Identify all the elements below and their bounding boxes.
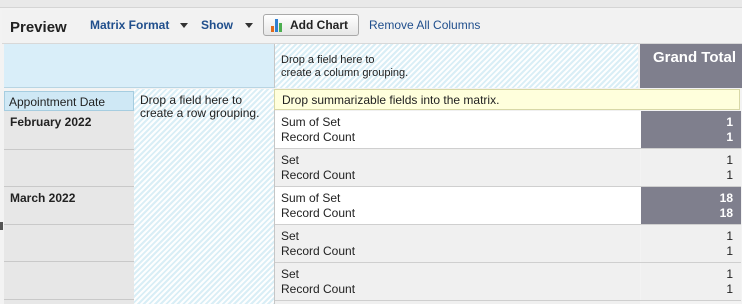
row-grouping-drop-zone[interactable]: Drop a field here to create a row groupi… xyxy=(134,89,274,304)
row-label: Record Count xyxy=(281,206,356,220)
matrix-grid: Drop a field here to create a column gro… xyxy=(4,44,742,304)
column-drop-text: Drop a field here to create a column gro… xyxy=(281,54,408,80)
grand-total-cell: 1 1 xyxy=(641,225,741,263)
grand-total-value: 1 xyxy=(726,115,733,129)
row-label: Set xyxy=(281,267,300,281)
row-label: Record Count xyxy=(281,130,356,144)
column-drop-line-2: create a column grouping. xyxy=(281,67,409,79)
preview-toolbar: Preview Matrix Format Show Add Chart Rem… xyxy=(2,10,742,44)
column-drop-line-1: Drop a field here to xyxy=(281,54,375,66)
matrix-format-dropdown[interactable]: Matrix Format xyxy=(90,18,169,32)
table-row: Sum of Set Record Count 18 18 xyxy=(275,187,741,225)
grand-total-cell: 1 1 xyxy=(641,263,741,301)
grand-total-value: 1 xyxy=(726,282,733,296)
grand-total-value: 18 xyxy=(719,191,733,205)
row-label: Sum of Set xyxy=(281,191,341,205)
grand-total-cell: 18 18 xyxy=(641,187,741,225)
report-builder-preview: Preview Matrix Format Show Add Chart Rem… xyxy=(0,0,742,304)
grand-total-value: 18 xyxy=(719,206,733,220)
row-label: Record Count xyxy=(281,168,356,182)
row-label: Sum of Set xyxy=(281,115,341,129)
row-drop-line-1: Drop a field here to xyxy=(140,93,243,107)
divider xyxy=(4,261,134,262)
top-divider xyxy=(0,0,742,8)
bar-chart-icon xyxy=(271,19,284,32)
grand-total-cell: 1 1 xyxy=(641,149,741,187)
row-group-column: February 2022 March 2022 xyxy=(4,111,134,304)
row-label: Set xyxy=(281,153,300,167)
table-row: Set Record Count 1 1 xyxy=(275,149,741,187)
grand-total-value: 1 xyxy=(726,229,733,243)
grand-total-cell: 1 1 xyxy=(641,111,741,149)
row-group-march: March 2022 xyxy=(10,191,76,205)
divider xyxy=(4,186,134,187)
grand-total-value: 1 xyxy=(726,153,733,167)
table-row: Sum of Set Record Count 1 1 xyxy=(275,111,741,149)
row-label: Set xyxy=(281,229,300,243)
row-group-february: February 2022 xyxy=(10,115,92,129)
row-drop-text: Drop a field here to create a row groupi… xyxy=(140,94,259,120)
divider xyxy=(4,224,134,225)
table-row: Set Record Count 1 1 xyxy=(275,225,741,263)
grand-total-value: 1 xyxy=(726,244,733,258)
grand-total-value: 1 xyxy=(726,130,733,144)
add-chart-label: Add Chart xyxy=(290,18,348,32)
appointment-date-header[interactable]: Appointment Date xyxy=(4,91,134,111)
row-drop-line-2: create a row grouping. xyxy=(140,106,260,120)
remove-all-columns-link[interactable]: Remove All Columns xyxy=(369,18,480,32)
preview-title: Preview xyxy=(10,19,67,36)
show-dropdown[interactable]: Show xyxy=(201,18,233,32)
row-label: Record Count xyxy=(281,282,356,296)
table-row: Set Record Count 1 1 xyxy=(275,263,741,301)
chevron-down-icon[interactable] xyxy=(180,23,188,28)
column-grouping-drop-zone[interactable]: Drop a field here to create a column gro… xyxy=(274,44,638,88)
add-chart-button[interactable]: Add Chart xyxy=(263,14,359,36)
matrix-data-area: Sum of Set Record Count 1 1 Set Record C… xyxy=(274,89,741,304)
grand-total-header: Grand Total xyxy=(640,44,742,88)
chevron-down-icon[interactable] xyxy=(245,23,253,28)
divider xyxy=(4,149,134,150)
row-label: Record Count xyxy=(281,244,356,258)
summarize-drop-hint[interactable]: Drop summarizable fields into the matrix… xyxy=(274,89,740,110)
divider xyxy=(4,299,134,300)
grand-total-value: 1 xyxy=(726,267,733,281)
resize-handle[interactable] xyxy=(0,222,3,230)
grand-total-value: 1 xyxy=(726,168,733,182)
